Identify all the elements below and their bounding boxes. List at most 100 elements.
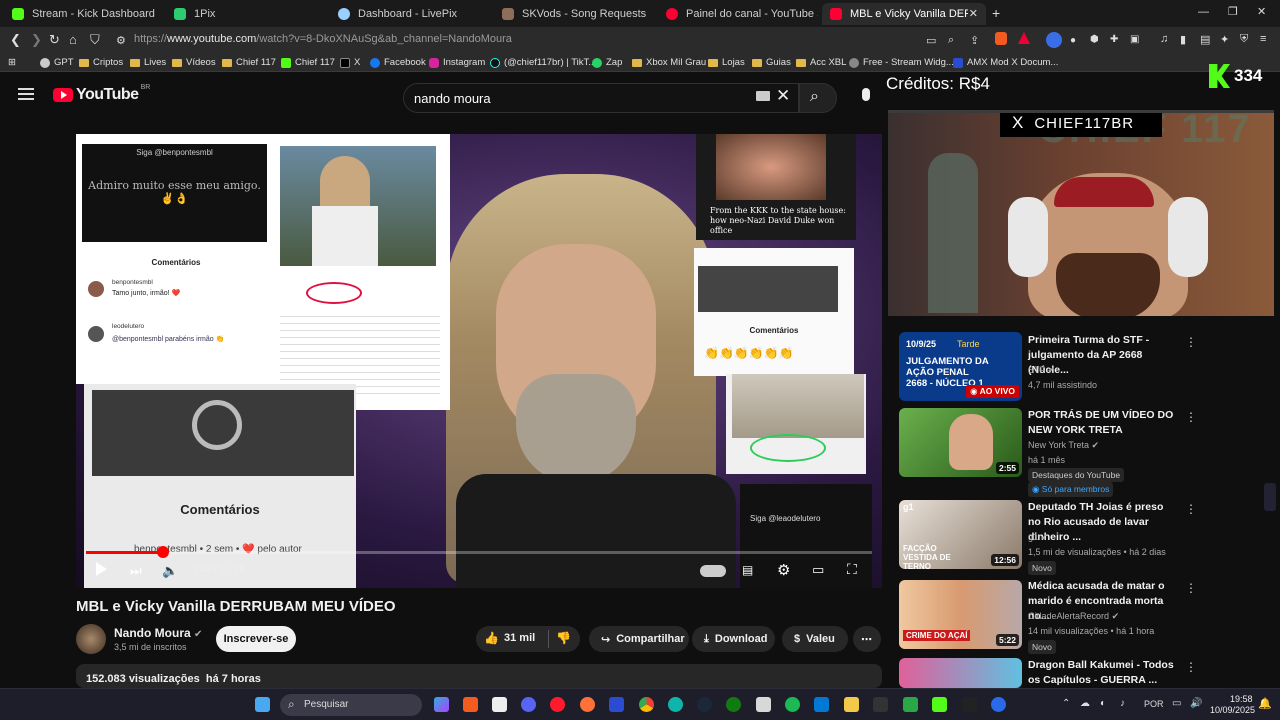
close-window-icon[interactable]: ✕ bbox=[1257, 5, 1266, 18]
tray-app-icon[interactable]: ◐ bbox=[1100, 698, 1106, 709]
recommended-menu-4[interactable]: ⋮ bbox=[1185, 660, 1197, 674]
profile-avatar[interactable] bbox=[1046, 32, 1062, 48]
ai-icon[interactable]: ✦ bbox=[1220, 33, 1229, 46]
tab-youtube-studio[interactable]: Painel do canal - YouTube Studio bbox=[658, 3, 818, 25]
bookmark-instagram[interactable]: Instagram bbox=[429, 57, 485, 68]
share-icon[interactable]: ⇪ bbox=[970, 34, 979, 47]
bookmark-xbox-mil-grau[interactable]: Xbox Mil Grau bbox=[632, 57, 706, 68]
download-button[interactable]: ⤓ Download bbox=[692, 626, 775, 652]
bookmark-zap[interactable]: Zap bbox=[592, 57, 622, 68]
calculator-icon[interactable] bbox=[756, 697, 771, 712]
bookmark-x[interactable]: X bbox=[340, 57, 360, 68]
steam-icon[interactable] bbox=[697, 697, 712, 712]
bookmark-amx-mod[interactable]: AMX Mod X Docum... bbox=[953, 57, 1058, 68]
share-button[interactable]: ↪ Compartilhar bbox=[589, 626, 689, 652]
recommended-thumb-2[interactable]: g1 FACÇÃO VESTIDA DE TERNO 12:56 bbox=[899, 500, 1022, 569]
bookmark-lives[interactable]: Lives bbox=[130, 57, 166, 68]
forward-icon[interactable]: ❯ bbox=[31, 32, 42, 48]
recommended-menu-0[interactable]: ⋮ bbox=[1185, 335, 1197, 349]
music-icon[interactable]: ♫ bbox=[1160, 33, 1168, 45]
keyboard-icon[interactable] bbox=[756, 91, 770, 101]
app3-icon[interactable] bbox=[962, 697, 977, 712]
restore-icon[interactable]: ❐ bbox=[1228, 5, 1238, 18]
minimize-icon[interactable]: — bbox=[1198, 6, 1209, 18]
theater-mode-icon[interactable]: ▭ bbox=[812, 562, 824, 578]
extension2-icon[interactable]: ⬢ bbox=[1090, 34, 1099, 45]
cloud-icon[interactable]: ☁ bbox=[1080, 698, 1090, 709]
subtitles-icon[interactable]: ▤ bbox=[742, 563, 753, 577]
app4-icon[interactable] bbox=[991, 697, 1006, 712]
app-icon[interactable] bbox=[492, 697, 507, 712]
bookmark-tiktok[interactable]: (@chief117br) | TikT... bbox=[490, 57, 596, 68]
thanks-button[interactable]: $ Valeu bbox=[782, 626, 848, 652]
clock-time[interactable]: 19:58 bbox=[1230, 694, 1253, 704]
bookmark-facebook[interactable]: Facebook bbox=[370, 57, 426, 68]
search-input[interactable]: nando moura bbox=[403, 83, 799, 113]
language-indicator[interactable]: POR bbox=[1144, 699, 1164, 709]
bookmark-videos[interactable]: Vídeos bbox=[172, 57, 216, 68]
subscribe-button[interactable]: Inscrever-se bbox=[216, 626, 296, 652]
windows-start-icon[interactable] bbox=[255, 697, 270, 712]
play-icon[interactable] bbox=[96, 562, 107, 576]
tray-chevron-icon[interactable]: ⌃ bbox=[1062, 698, 1070, 709]
wallet-icon[interactable]: ▤ bbox=[1200, 33, 1210, 46]
bookmark-lojas[interactable]: Lojas bbox=[708, 57, 745, 68]
channel-name[interactable]: Nando Moura ✔ bbox=[114, 626, 202, 640]
dislike-button[interactable]: 👎 bbox=[556, 631, 571, 645]
clock-date[interactable]: 10/09/2025 bbox=[1210, 705, 1255, 715]
opera-icon[interactable] bbox=[550, 697, 565, 712]
bookmark-gpt[interactable]: GPT bbox=[40, 57, 74, 68]
taskbar-search[interactable]: ⌕ Pesquisar bbox=[280, 694, 422, 716]
close-tab-icon[interactable]: ✕ bbox=[969, 7, 978, 20]
xbox-icon[interactable] bbox=[726, 697, 741, 712]
microphone-icon[interactable] bbox=[862, 88, 870, 101]
fullscreen-icon[interactable]: ⛶ bbox=[847, 561, 857, 578]
app2-icon[interactable] bbox=[903, 697, 918, 712]
bookmark-icon[interactable]: ⛉ bbox=[90, 32, 100, 48]
apps-icon[interactable]: ⊞ bbox=[8, 57, 16, 68]
vpn-icon[interactable]: ⛨ bbox=[1240, 33, 1248, 46]
home-icon[interactable]: ⌂ bbox=[69, 32, 77, 47]
progress-scrubber[interactable] bbox=[157, 546, 170, 558]
edge-icon[interactable] bbox=[668, 697, 683, 712]
recommended-menu-3[interactable]: ⋮ bbox=[1185, 581, 1197, 595]
kick-app-icon[interactable] bbox=[932, 697, 947, 712]
puzzle-icon[interactable]: ✚ bbox=[1110, 34, 1118, 45]
cast-icon[interactable]: ▭ bbox=[926, 34, 936, 47]
url-field[interactable]: https://www.youtube.com/watch?v=8-DkoXNA… bbox=[134, 33, 512, 45]
bookmark-criptos[interactable]: Criptos bbox=[79, 57, 123, 68]
autoplay-toggle[interactable] bbox=[700, 565, 726, 577]
recommended-thumb-0[interactable]: 10/9/25 Tarde JULGAMENTO DA AÇÃO PENAL 2… bbox=[899, 332, 1022, 401]
network-icon[interactable]: ▭ bbox=[1172, 698, 1181, 709]
clear-search-icon[interactable]: ✕ bbox=[776, 86, 790, 106]
bookmark-acc-xbl[interactable]: Acc XBL bbox=[796, 57, 846, 68]
brave-shield-icon[interactable] bbox=[995, 32, 1007, 45]
file-explorer-icon[interactable] bbox=[844, 697, 859, 712]
video-player[interactable]: Siga @benpontesmbl Admiro muito esse meu… bbox=[76, 134, 882, 588]
bookmark-chief117-folder[interactable]: Chief 117 bbox=[222, 57, 276, 68]
progress-track[interactable] bbox=[86, 551, 872, 554]
brave-rewards-icon[interactable] bbox=[1018, 32, 1030, 44]
spotify-icon[interactable] bbox=[785, 697, 800, 712]
back-icon[interactable]: ❮ bbox=[10, 32, 21, 48]
terminal-icon[interactable] bbox=[873, 697, 888, 712]
firefox-icon[interactable] bbox=[580, 697, 595, 712]
search-button[interactable]: ⌕ bbox=[799, 83, 837, 113]
bitwarden-icon[interactable] bbox=[609, 697, 624, 712]
side-widget[interactable] bbox=[1264, 483, 1276, 511]
bookmark-chief117[interactable]: Chief 117 bbox=[281, 57, 335, 68]
site-info-icon[interactable]: ⚙ bbox=[116, 34, 126, 47]
recommended-thumb-1[interactable]: 2:55 bbox=[899, 408, 1022, 477]
next-icon[interactable]: ⏭ bbox=[130, 563, 142, 579]
discord-icon[interactable] bbox=[521, 697, 536, 712]
channel-avatar[interactable] bbox=[76, 624, 106, 654]
recommended-title-4[interactable]: Dragon Ball Kakumei - Todos os Capítulos… bbox=[1028, 658, 1178, 688]
extension-icon[interactable]: ● bbox=[1070, 35, 1076, 46]
tab-livepix[interactable]: Dashboard - LivePix bbox=[330, 3, 490, 25]
recommended-thumb-4[interactable] bbox=[899, 658, 1022, 688]
copilot-icon[interactable] bbox=[434, 697, 449, 712]
menu-icon[interactable]: ≡ bbox=[1260, 33, 1266, 45]
tab-youtube-video[interactable]: MBL e Vicky Vanilla DERRUBAM ✕ bbox=[822, 3, 986, 25]
more-actions-button[interactable]: ⋯ bbox=[853, 626, 881, 652]
recommended-title-2[interactable]: Deputado TH Joias é preso no Rio acusado… bbox=[1028, 500, 1178, 545]
